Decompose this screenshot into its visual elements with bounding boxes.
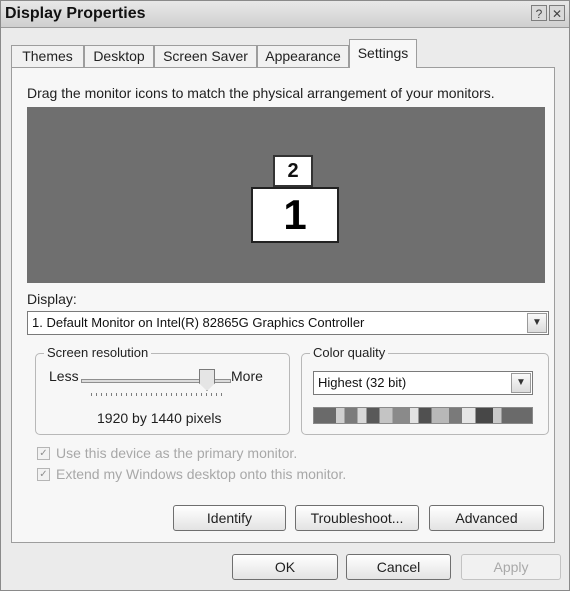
- color-quality-preview: [313, 407, 533, 424]
- tab-desktop[interactable]: Desktop: [84, 45, 154, 67]
- window-title: Display Properties: [5, 5, 146, 22]
- instruction-text: Drag the monitor icons to match the phys…: [27, 85, 495, 101]
- resolution-value: 1920 by 1440 pixels: [97, 410, 222, 426]
- color-quality-select[interactable]: Highest (32 bit) ▼: [313, 371, 533, 395]
- resolution-less-label: Less: [49, 368, 79, 384]
- cancel-button[interactable]: Cancel: [346, 554, 451, 580]
- screen-resolution-legend: Screen resolution: [44, 345, 152, 360]
- monitor-arrangement-area[interactable]: 2 1: [27, 107, 545, 283]
- display-properties-window: Display Properties ? ✕ Themes Desktop Sc…: [0, 0, 570, 591]
- primary-monitor-checkbox[interactable]: ✓: [37, 447, 50, 460]
- color-quality-value: Highest (32 bit): [318, 375, 407, 390]
- chevron-down-icon[interactable]: ▼: [511, 373, 531, 393]
- close-button[interactable]: ✕: [549, 5, 565, 21]
- display-select-value: 1. Default Monitor on Intel(R) 82865G Gr…: [32, 315, 365, 330]
- primary-monitor-label: Use this device as the primary monitor.: [56, 445, 298, 461]
- help-button[interactable]: ?: [531, 5, 547, 21]
- advanced-button[interactable]: Advanced: [429, 505, 544, 531]
- ok-button[interactable]: OK: [232, 554, 338, 580]
- title-bar: Display Properties ? ✕: [1, 1, 569, 28]
- display-label: Display:: [27, 291, 77, 307]
- troubleshoot-button[interactable]: Troubleshoot...: [295, 505, 419, 531]
- display-select[interactable]: 1. Default Monitor on Intel(R) 82865G Gr…: [27, 311, 549, 335]
- extend-desktop-label: Extend my Windows desktop onto this moni…: [56, 466, 347, 482]
- tab-appearance[interactable]: Appearance: [257, 45, 349, 67]
- apply-button[interactable]: Apply: [461, 554, 561, 580]
- tab-settings[interactable]: Settings: [349, 39, 417, 68]
- extend-desktop-checkbox[interactable]: ✓: [37, 468, 50, 481]
- color-quality-legend: Color quality: [310, 345, 389, 360]
- tab-themes[interactable]: Themes: [11, 45, 84, 67]
- resolution-more-label: More: [231, 368, 263, 384]
- monitor-1-icon[interactable]: 1: [251, 187, 339, 243]
- monitor-2-icon[interactable]: 2: [273, 155, 313, 187]
- identify-button[interactable]: Identify: [173, 505, 286, 531]
- tab-screen-saver[interactable]: Screen Saver: [154, 45, 257, 67]
- chevron-down-icon[interactable]: ▼: [527, 313, 547, 333]
- resolution-slider-ticks: [91, 393, 223, 396]
